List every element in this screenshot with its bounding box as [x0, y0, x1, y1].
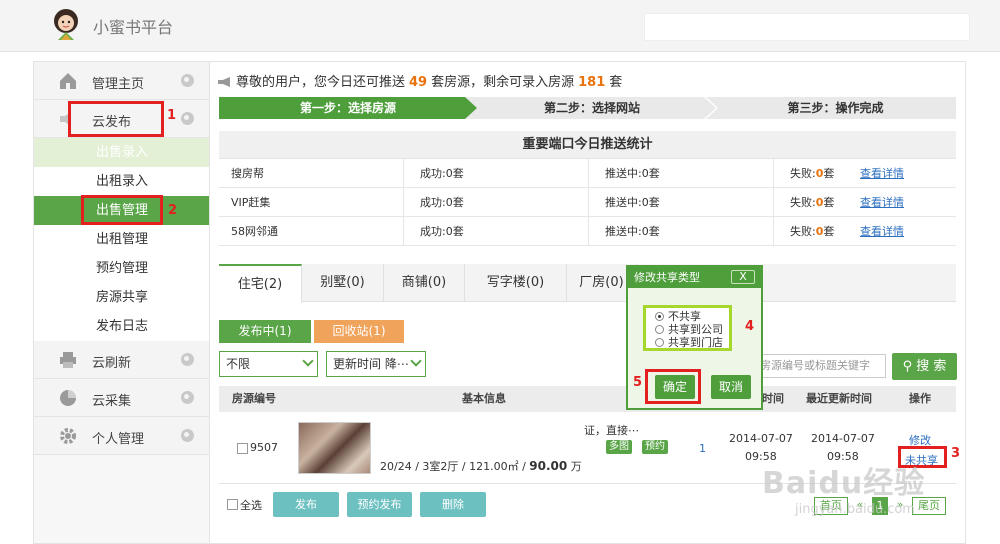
annotation-number: 1	[167, 108, 177, 123]
sidebar-item-cloud-refresh[interactable]: 云刷新	[34, 341, 209, 379]
expand-circle-icon[interactable]	[181, 429, 194, 442]
appointment-tag: 预约	[642, 440, 668, 454]
top-search-field[interactable]	[644, 13, 970, 41]
tab-residential[interactable]: 住宅(2)	[219, 264, 302, 303]
option-share-company[interactable]: 共享到公司	[655, 323, 729, 336]
property-type-tabs: 住宅(2) 别墅(0) 商铺(0) 写字楼(0) 厂房(0)	[219, 264, 956, 303]
baidu-watermark-url: jingyan.baidu.com	[795, 502, 915, 517]
top-bar: 小蜜书平台	[0, 0, 1000, 52]
annotation-number: 2	[168, 203, 178, 218]
radio-button[interactable]	[655, 325, 664, 334]
tab-publishing[interactable]: 发布中(1)	[219, 320, 311, 343]
cancel-button[interactable]: 取消	[711, 375, 751, 399]
sidebar-item-label: 云刷新	[92, 356, 132, 371]
annotation-box	[645, 369, 701, 404]
listing-count[interactable]: 1	[699, 442, 706, 455]
row-checkbox[interactable]	[237, 443, 248, 454]
step-2: 第二步：选择网站	[543, 101, 640, 115]
sidebar-subitem-rent-entry[interactable]: 出租录入	[34, 167, 209, 196]
sidebar-item-label: 个人管理	[92, 432, 145, 447]
girl-avatar-logo	[54, 9, 78, 40]
sidebar-item-cloud-collect[interactable]: 云采集	[34, 379, 209, 417]
listing-table-header: 房源编号 基本信息 时间 最近更新时间 操作	[219, 386, 956, 412]
stats-title: 重要端口今日推送统计	[219, 131, 956, 159]
radio-button[interactable]	[655, 338, 664, 347]
tab-villa[interactable]: 别墅(0)	[302, 264, 384, 302]
chevron-down-icon	[410, 355, 422, 367]
view-details-link[interactable]: 查看详情	[860, 217, 904, 246]
divider	[773, 159, 774, 246]
sort-select[interactable]: 更新时间 降⋯	[326, 351, 426, 377]
brand-name: 小蜜书平台	[93, 18, 174, 37]
close-button[interactable]: X	[731, 270, 755, 284]
expand-circle-icon[interactable]	[181, 391, 194, 404]
schedule-publish-button[interactable]: 预约发布	[347, 492, 412, 517]
annotation-number: 5	[633, 375, 643, 390]
sidebar-subitem-rent-manage[interactable]: 出租管理	[34, 225, 209, 254]
expand-circle-icon[interactable]	[181, 112, 194, 125]
search-icon: ⚲	[902, 359, 917, 374]
sidebar-item-home[interactable]: 管理主页	[34, 62, 209, 100]
annotation-number: 4	[745, 319, 755, 334]
home-icon	[60, 73, 76, 89]
share-options: 不共享 共享到公司 共享到门店	[643, 305, 732, 351]
view-details-link[interactable]: 查看详情	[860, 188, 904, 217]
range-select[interactable]: 不限	[219, 351, 318, 377]
baidu-watermark: Baidu经验	[762, 466, 926, 501]
sidebar-submenu: 出售录入 出租录入 出售管理 出租管理 预约管理 房源共享 发布日志	[34, 138, 209, 341]
tab-recycle-bin[interactable]: 回收站(1)	[314, 320, 404, 343]
divider	[403, 159, 404, 246]
expand-circle-icon[interactable]	[181, 74, 194, 87]
option-share-store[interactable]: 共享到门店	[655, 336, 729, 349]
tab-office[interactable]: 写字楼(0)	[465, 264, 567, 302]
select-all-checkbox[interactable]	[227, 499, 238, 510]
annotation-number: 3	[951, 446, 961, 461]
sidebar-subitem-sale-entry[interactable]: 出售录入	[34, 138, 209, 167]
gear-icon	[60, 428, 76, 444]
search-button[interactable]: ⚲ 搜 索	[892, 353, 957, 380]
pie-chart-icon	[60, 390, 76, 406]
listing-thumbnail[interactable]	[298, 422, 371, 474]
multi-image-tag: 多图	[606, 440, 632, 454]
select-all-label: 全选	[240, 499, 262, 512]
printer-icon	[60, 352, 76, 368]
sidebar-subitem-appointment[interactable]: 预约管理	[34, 254, 209, 283]
radio-button[interactable]	[655, 312, 664, 321]
sidebar-subitem-listing-share[interactable]: 房源共享	[34, 283, 209, 312]
annotation-box	[68, 101, 164, 137]
chevron-down-icon	[302, 355, 314, 367]
sidebar-item-personal[interactable]: 个人管理	[34, 417, 209, 455]
speaker-icon	[218, 77, 230, 87]
listing-detail: 20/24 / 3室2厅 / 121.00㎡ / 90.00 万	[380, 459, 582, 473]
annotation-box	[81, 195, 163, 225]
push-count: 49	[409, 75, 428, 90]
divider	[588, 159, 589, 246]
sidebar-item-label: 管理主页	[92, 77, 145, 92]
quota-notice: 尊敬的用户，您今日还可推送 49 套房源，剩余可录入房源 181 套	[218, 71, 622, 90]
sidebar-item-label: 云采集	[92, 394, 132, 409]
delete-button[interactable]: 删除	[420, 492, 486, 517]
step-3: 第三步：操作完成	[787, 101, 884, 115]
step-1: 第一步：选择房源	[219, 97, 477, 119]
step-indicator: 第一步：选择房源 第二步：选择网站 第三步：操作完成	[219, 97, 956, 119]
listing-title[interactable]: 证，直接⋯	[584, 422, 639, 438]
sidebar-subitem-publish-log[interactable]: 发布日志	[34, 312, 209, 341]
remain-count: 181	[578, 75, 606, 90]
listing-id: 9507	[250, 441, 278, 454]
publish-button[interactable]: 发布	[273, 492, 339, 517]
option-no-share[interactable]: 不共享	[655, 310, 729, 323]
expand-circle-icon[interactable]	[181, 353, 194, 366]
tab-shop[interactable]: 商铺(0)	[384, 264, 465, 302]
view-details-link[interactable]: 查看详情	[860, 159, 904, 188]
